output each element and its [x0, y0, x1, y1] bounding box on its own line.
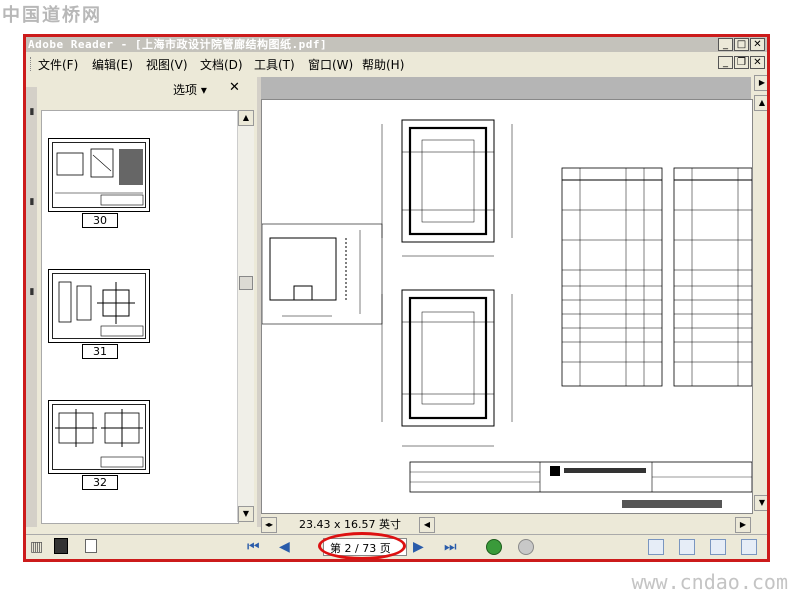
engineering-drawing: [262, 119, 752, 508]
page-icon[interactable]: [85, 539, 97, 553]
document-view[interactable]: [261, 99, 753, 514]
page-thumbnail[interactable]: [48, 269, 150, 343]
page-arrow-icon[interactable]: ▶: [754, 75, 767, 91]
doc-minimize-button[interactable]: _: [718, 56, 733, 69]
thumbnail-drawing-icon: [55, 148, 144, 206]
pages-tab-icon[interactable]: ▮: [27, 197, 37, 207]
doc-restore-button[interactable]: ❐: [734, 56, 749, 69]
navigation-pane: 选项 ▾ ✕ 30 31 32 ▲ ▼: [37, 77, 257, 527]
menu-window[interactable]: 窗口(W): [308, 56, 353, 73]
thumbnail-drawing-icon: [58, 281, 144, 337]
nav-pane-close-button[interactable]: ✕: [229, 80, 240, 95]
thumbnail-scrollbar[interactable]: ▲ ▼: [237, 110, 254, 522]
menu-edit[interactable]: 编辑(E): [92, 56, 133, 73]
menu-help[interactable]: 帮助(H): [362, 56, 404, 73]
watermark-bottom: www.cndao.com: [631, 570, 788, 594]
split-handle-icon[interactable]: ◂▸: [261, 517, 277, 533]
scroll-right-icon[interactable]: ▶: [735, 517, 751, 533]
menu-document[interactable]: 文档(D): [200, 56, 243, 73]
page-gap: [261, 77, 751, 99]
layers-tab-icon[interactable]: ▮: [27, 287, 37, 297]
next-page-icon[interactable]: ▶: [413, 539, 424, 555]
page-thumbnail[interactable]: [48, 138, 150, 212]
status-grip-icon: ▥: [30, 539, 44, 555]
scroll-left-icon[interactable]: ◀: [419, 517, 435, 533]
thumbnail-drawing-icon: [55, 409, 144, 468]
title-bar[interactable]: Adobe Reader - [上海市政设计院管廊结构图纸.pdf] _ □ ✕: [26, 37, 767, 52]
menu-grip[interactable]: [30, 57, 34, 71]
menu-bar: 文件(F) 编辑(E) 视图(V) 文档(D) 工具(T) 窗口(W) 帮助(H…: [26, 54, 767, 74]
watermark-top: 中国道桥网: [2, 5, 102, 26]
page-size-readout: 23.43 x 16.57 英寸: [299, 518, 401, 531]
go-forward-icon[interactable]: [518, 539, 534, 555]
scroll-up-icon[interactable]: ▲: [238, 110, 254, 126]
options-button[interactable]: 选项 ▾: [173, 81, 207, 98]
app-window: Adobe Reader - [上海市政设计院管廊结构图纸.pdf] _ □ ✕…: [23, 34, 770, 562]
menu-tools[interactable]: 工具(T): [254, 56, 295, 73]
go-back-icon[interactable]: [486, 539, 502, 555]
document-horizontal-scrollbar[interactable]: ◂▸ 23.43 x 16.57 英寸 ◀ ▶: [261, 517, 751, 533]
scroll-down-icon[interactable]: ▼: [754, 495, 767, 511]
bookmarks-tab-icon[interactable]: ▮: [27, 107, 37, 117]
continuous-view-icon[interactable]: [679, 539, 695, 555]
close-button[interactable]: ✕: [750, 38, 765, 51]
monitor-icon[interactable]: [54, 538, 68, 554]
document-vertical-scrollbar[interactable]: ▶ ▲ ▼: [754, 75, 767, 529]
first-page-icon[interactable]: ⏮: [247, 539, 260, 555]
menu-view[interactable]: 视图(V): [146, 56, 188, 73]
highlight-circle: [318, 532, 406, 559]
maximize-button[interactable]: □: [734, 38, 749, 51]
thumbnail-label: 32: [82, 475, 118, 490]
scroll-down-icon[interactable]: ▼: [238, 506, 254, 522]
page-thumbnail[interactable]: [48, 400, 150, 474]
menu-file[interactable]: 文件(F): [38, 56, 78, 73]
minimize-button[interactable]: _: [718, 38, 733, 51]
scroll-thumb[interactable]: [239, 276, 253, 290]
continuous-facing-view-icon[interactable]: [741, 539, 757, 555]
previous-page-icon[interactable]: ◀: [279, 539, 290, 555]
facing-view-icon[interactable]: [710, 539, 726, 555]
thumbnail-label: 30: [82, 213, 118, 228]
single-page-view-icon[interactable]: [648, 539, 664, 555]
status-bar: ▥ ⏮ ◀ 第 2 / 73 页 ▶ ⏭: [26, 532, 767, 559]
thumbnail-list: 30 31 32: [41, 110, 239, 524]
doc-close-button[interactable]: ✕: [750, 56, 765, 69]
window-title: Adobe Reader - [上海市政设计院管廊结构图纸.pdf]: [28, 38, 328, 51]
thumbnail-label: 31: [82, 344, 118, 359]
last-page-icon[interactable]: ⏭: [444, 539, 457, 555]
scroll-up-icon[interactable]: ▲: [754, 95, 767, 111]
